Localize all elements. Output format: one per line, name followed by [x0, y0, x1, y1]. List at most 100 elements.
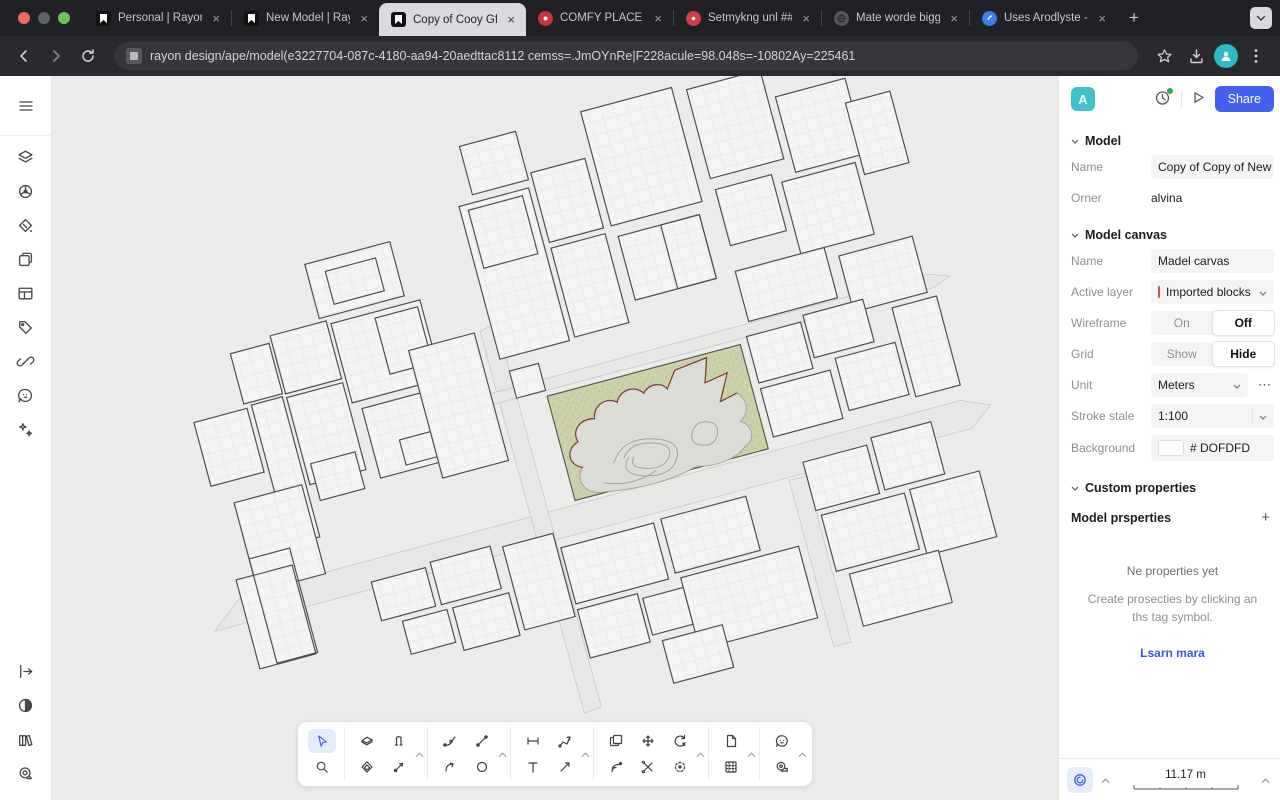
expand-group-icon[interactable]: [415, 745, 424, 763]
arrow-tool[interactable]: [551, 755, 579, 779]
tab-comfy-place[interactable]: COMFY PLACE | V ×: [526, 0, 673, 36]
search-tool[interactable]: [308, 755, 336, 779]
comment-tool[interactable]: [768, 729, 796, 753]
wireframe-off-option[interactable]: Off: [1211, 310, 1275, 336]
rotate-tool[interactable]: [666, 729, 694, 753]
move-tool[interactable]: [634, 729, 662, 753]
table-icon[interactable]: [9, 276, 43, 310]
expand-group-icon[interactable]: [798, 745, 807, 763]
trim-tool[interactable]: [634, 755, 662, 779]
add-property-button[interactable]: +: [1257, 509, 1274, 526]
workspace-avatar[interactable]: A: [1071, 87, 1095, 111]
model-canvas[interactable]: [52, 76, 1058, 800]
tab-setmykng[interactable]: Setmykng unl ##@ ×: [674, 0, 821, 36]
model-name-field[interactable]: Copy of Copy of New M..: [1151, 155, 1274, 179]
library-icon[interactable]: [9, 722, 43, 756]
globe-icon[interactable]: [9, 174, 43, 208]
tab-close-icon[interactable]: ×: [799, 11, 813, 26]
export-icon[interactable]: [9, 654, 43, 688]
text-tool[interactable]: [519, 755, 547, 779]
grid-toggle[interactable]: Show Hide: [1151, 341, 1275, 367]
polyline-tool[interactable]: [551, 729, 579, 753]
browser-profile-avatar[interactable]: [1214, 44, 1238, 68]
model-canvas-section-header[interactable]: Model canvas: [1071, 228, 1274, 242]
background-field[interactable]: # DOFDFD: [1151, 435, 1274, 461]
learn-more-link[interactable]: Lsarn mara: [1085, 644, 1260, 662]
revision-tool[interactable]: [602, 755, 630, 779]
copy-tool[interactable]: [602, 729, 630, 753]
window-controls[interactable]: [0, 0, 84, 36]
expand-group-icon[interactable]: [498, 745, 507, 763]
tape-measure-tool[interactable]: [768, 755, 796, 779]
arc-tool[interactable]: [436, 755, 464, 779]
download-icon[interactable]: [1182, 42, 1210, 70]
play-icon[interactable]: [1191, 90, 1206, 108]
tab-copy-of-copy[interactable]: Copy of Cooy Gf N ×: [379, 3, 526, 36]
canvas-name-field[interactable]: Madel carvas: [1151, 249, 1274, 273]
tab-mate-worde[interactable]: Mate worde biggs ×: [822, 0, 969, 36]
url-bar[interactable]: rayon design/ape/model(e3227704-087c-418…: [114, 42, 1138, 70]
circle-tool[interactable]: [468, 755, 496, 779]
unit-more-button[interactable]: ⋯: [1256, 377, 1274, 393]
stroke-scale-field[interactable]: 1:100: [1151, 404, 1274, 428]
tab-personal[interactable]: Personal | Rayon ×: [84, 0, 231, 36]
tab-new-model[interactable]: New Model | Rayon ×: [232, 0, 379, 36]
menu-icon[interactable]: [9, 89, 43, 123]
orientation-icon[interactable]: [1067, 766, 1093, 793]
tab-uses-arodlyste[interactable]: Uses Arodlyste - # ×: [970, 0, 1117, 36]
hatch-tool[interactable]: [353, 755, 381, 779]
expand-group-icon[interactable]: [581, 745, 590, 763]
grid-show-option[interactable]: Show: [1151, 342, 1213, 366]
browser-menu-icon[interactable]: [1242, 42, 1270, 70]
pages-icon[interactable]: [9, 242, 43, 276]
dimension-tool[interactable]: [519, 729, 547, 753]
measure-line-tool[interactable]: [385, 755, 413, 779]
tab-close-icon[interactable]: ×: [651, 11, 665, 26]
tag-icon[interactable]: [9, 310, 43, 344]
share-button[interactable]: Share: [1214, 86, 1274, 112]
layers-icon[interactable]: [9, 140, 43, 174]
tab-search-button[interactable]: [1250, 7, 1272, 29]
tab-close-icon[interactable]: ×: [357, 11, 371, 26]
material-icon[interactable]: [9, 208, 43, 242]
tab-close-icon[interactable]: ×: [947, 11, 961, 26]
active-layer-select[interactable]: Imported blocks: [1151, 280, 1274, 304]
zoom-window-button[interactable]: [58, 12, 70, 24]
minimize-window-button[interactable]: [38, 12, 50, 24]
sparkles-icon[interactable]: [9, 412, 43, 446]
page-tool[interactable]: [717, 729, 745, 753]
bookmark-star-icon[interactable]: [1150, 42, 1178, 70]
wall-tool[interactable]: [385, 729, 413, 753]
collapse-icon[interactable]: [1101, 773, 1110, 787]
model-section-header[interactable]: Model: [1071, 134, 1274, 148]
help-icon[interactable]: [9, 756, 43, 790]
expand-group-icon[interactable]: [747, 745, 756, 763]
select-tool[interactable]: [308, 729, 336, 753]
offset-tool[interactable]: [666, 755, 694, 779]
link-icon[interactable]: [9, 344, 43, 378]
history-icon[interactable]: [1154, 87, 1173, 110]
site-info-icon[interactable]: [126, 48, 142, 64]
comment-icon[interactable]: [9, 378, 43, 412]
node-tool[interactable]: [436, 729, 464, 753]
wireframe-toggle[interactable]: On Off: [1151, 310, 1275, 336]
forward-button[interactable]: [42, 42, 70, 70]
new-tab-button[interactable]: +: [1117, 0, 1151, 36]
custom-properties-section-header[interactable]: Custom properties: [1071, 481, 1274, 495]
back-button[interactable]: [10, 42, 38, 70]
tab-close-icon[interactable]: ×: [1095, 11, 1109, 26]
background-color-swatch[interactable]: [1158, 440, 1184, 456]
close-window-button[interactable]: [18, 12, 30, 24]
wireframe-on-option[interactable]: On: [1151, 311, 1213, 335]
grid-hide-option[interactable]: Hide: [1211, 341, 1275, 367]
tab-close-icon[interactable]: ×: [209, 11, 223, 26]
frame-tool[interactable]: [717, 755, 745, 779]
tab-close-icon[interactable]: ×: [504, 12, 518, 27]
slab-tool[interactable]: [353, 729, 381, 753]
reload-button[interactable]: [74, 42, 102, 70]
contrast-icon[interactable]: [9, 688, 43, 722]
unit-select[interactable]: Meters: [1151, 373, 1248, 397]
expand-group-icon[interactable]: [696, 745, 705, 763]
segment-tool[interactable]: [468, 729, 496, 753]
collapse-icon[interactable]: [1261, 773, 1270, 787]
